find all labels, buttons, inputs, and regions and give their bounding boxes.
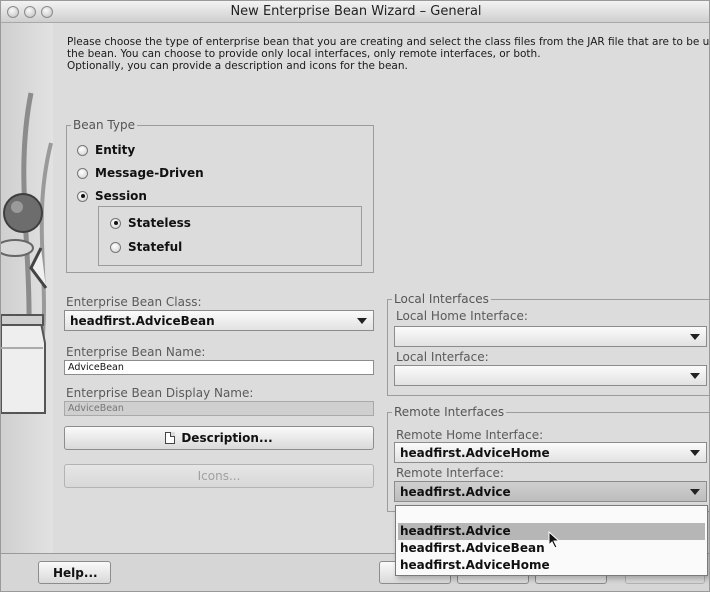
window-title: New Enterprise Bean Wizard – General <box>230 4 482 19</box>
wizard-window: New Enterprise Bean Wizard – General Ple… <box>0 0 710 592</box>
remote-interfaces-legend: Remote Interfaces <box>392 405 507 419</box>
description-button[interactable]: Description... <box>64 426 374 450</box>
bean-name-field[interactable]: AdviceBean <box>64 360 374 375</box>
radio-session[interactable]: Session <box>77 189 147 203</box>
remote-home-value: headfirst.AdviceHome <box>400 445 550 460</box>
chevron-down-icon <box>690 334 700 340</box>
chevron-down-icon <box>357 318 367 324</box>
intro-line: Optionally, you can provide a descriptio… <box>67 60 408 72</box>
radio-message-driven[interactable]: Message-Driven <box>77 166 204 180</box>
bean-class-label: Enterprise Bean Class: <box>66 295 202 309</box>
remote-interface-label: Remote Interface: <box>396 466 504 480</box>
radio-entity-label: Entity <box>95 143 136 157</box>
mouse-pointer-icon <box>548 531 561 549</box>
description-button-label: Description... <box>181 431 273 445</box>
help-button[interactable]: Help... <box>38 561 111 584</box>
remote-interface-select[interactable]: headfirst.Advice <box>394 481 707 502</box>
side-illustration-icon <box>1 92 53 414</box>
bean-type-legend: Bean Type <box>71 118 137 132</box>
local-home-select[interactable] <box>394 326 707 347</box>
local-interface-label: Local Interface: <box>396 350 489 364</box>
remote-home-select[interactable]: headfirst.AdviceHome <box>394 442 707 463</box>
radio-stateful-icon[interactable] <box>110 241 121 253</box>
chevron-down-icon <box>690 489 700 495</box>
bean-class-value: headfirst.AdviceBean <box>70 313 215 328</box>
wizard-side-artwork <box>1 23 53 553</box>
session-type-group: Stateless Stateful <box>98 206 362 266</box>
radio-entity[interactable]: Entity <box>77 143 135 157</box>
remote-interface-value: headfirst.Advice <box>400 484 511 499</box>
document-icon <box>165 432 176 444</box>
radio-stateful[interactable]: Stateful <box>110 240 182 254</box>
local-interface-select[interactable] <box>394 365 707 386</box>
radio-stateless-icon[interactable] <box>110 217 121 229</box>
bean-name-label: Enterprise Bean Name: <box>66 345 206 359</box>
radio-session-icon[interactable] <box>77 190 88 202</box>
local-interfaces-legend: Local Interfaces <box>392 292 491 306</box>
display-name-field[interactable]: AdviceBean <box>64 401 374 416</box>
intro-line: the bean. You can choose to provide only… <box>67 48 541 60</box>
chevron-down-icon <box>690 373 700 379</box>
radio-entity-icon[interactable] <box>77 144 88 156</box>
icons-button-label: Icons... <box>197 469 241 483</box>
bean-class-select[interactable]: headfirst.AdviceBean <box>64 310 374 331</box>
radio-session-label: Session <box>95 189 147 203</box>
radio-message-driven-icon[interactable] <box>77 167 88 179</box>
radio-message-driven-label: Message-Driven <box>95 166 204 180</box>
dropdown-option[interactable]: headfirst.AdviceHome <box>398 557 705 574</box>
radio-stateful-label: Stateful <box>128 240 183 254</box>
title-bar: New Enterprise Bean Wizard – General <box>1 1 709 23</box>
chevron-down-icon <box>690 450 700 456</box>
radio-stateless-label: Stateless <box>128 216 191 230</box>
intro-text: Please choose the type of enterprise bea… <box>67 36 710 72</box>
display-name-label: Enterprise Bean Display Name: <box>66 386 254 400</box>
wizard-content: Please choose the type of enterprise bea… <box>53 23 710 553</box>
local-home-label: Local Home Interface: <box>396 309 528 323</box>
icons-button[interactable]: Icons... <box>64 464 374 488</box>
intro-line: Please choose the type of enterprise bea… <box>67 36 710 48</box>
remote-home-label: Remote Home Interface: <box>396 428 544 442</box>
help-button-label: Help... <box>53 565 98 580</box>
bean-type-group: Bean Type Entity Message-Driven Session … <box>66 118 374 273</box>
radio-stateless[interactable]: Stateless <box>110 216 191 230</box>
